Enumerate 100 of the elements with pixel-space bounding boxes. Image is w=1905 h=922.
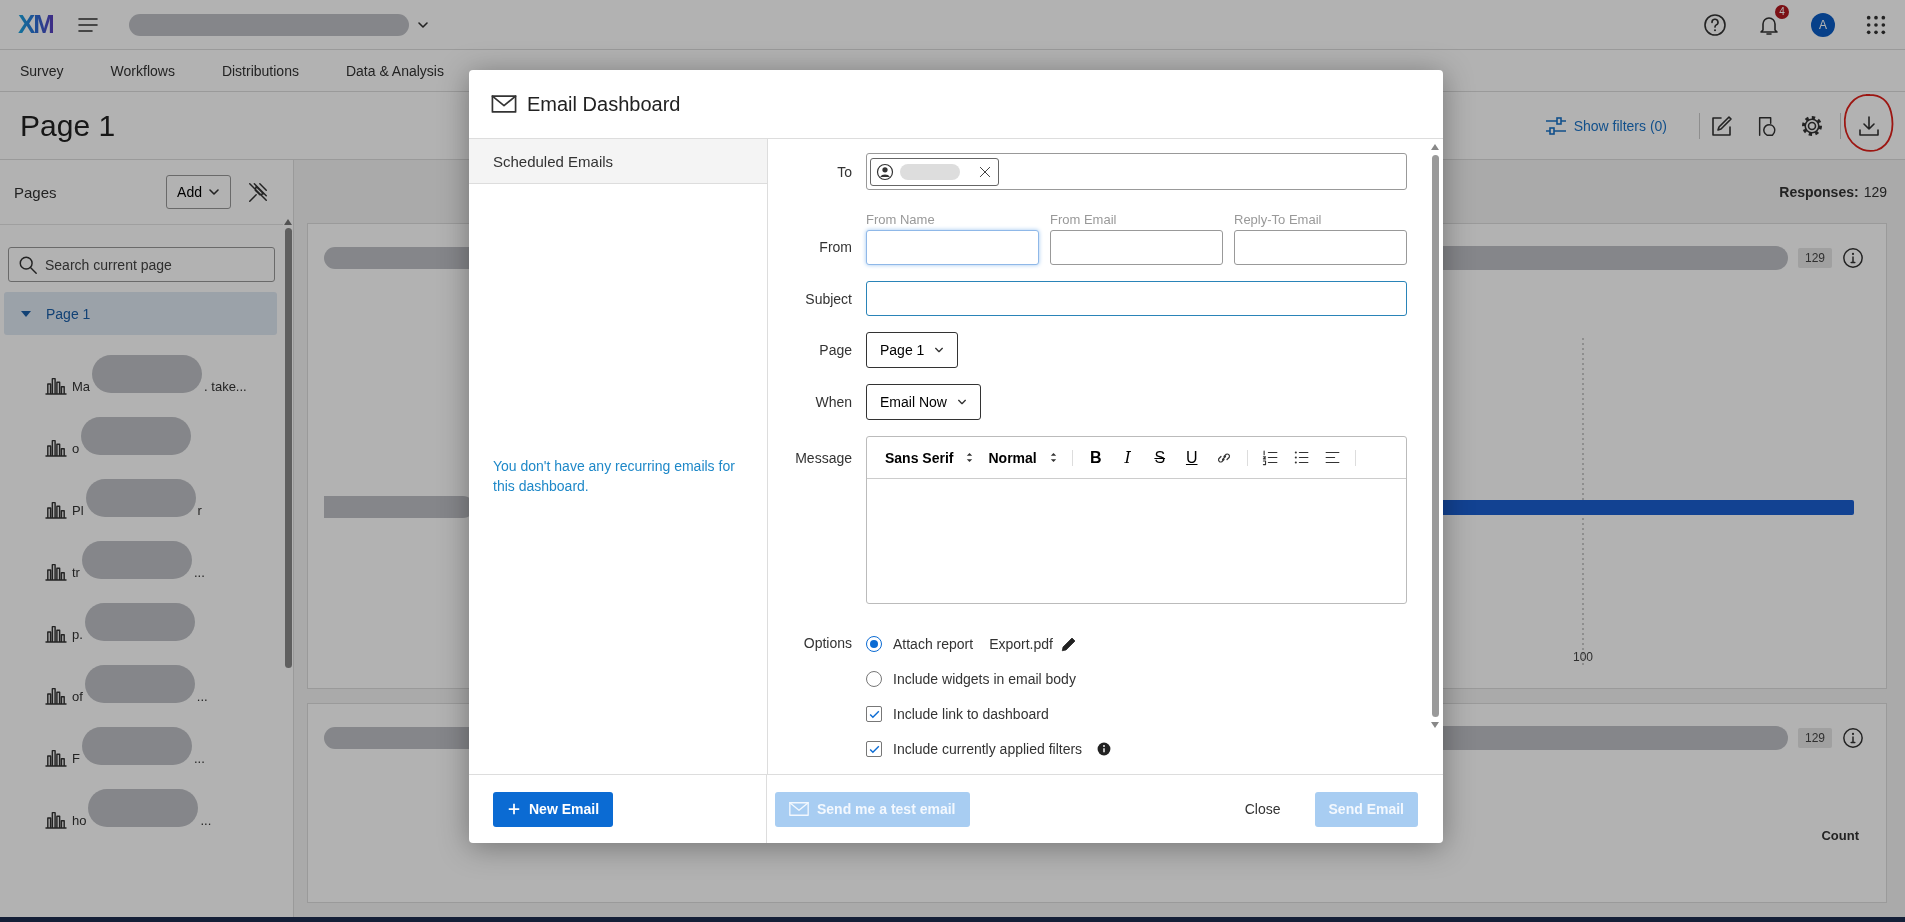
search-icon	[18, 255, 38, 275]
text-field[interactable]	[1050, 230, 1223, 265]
apps-grid-icon[interactable]	[1865, 13, 1887, 36]
settings-icon[interactable]	[1800, 113, 1824, 138]
nav-tab[interactable]: Distributions	[221, 62, 299, 79]
checkbox[interactable]	[866, 741, 882, 757]
field-label: Reply-To Email	[1234, 212, 1323, 227]
recipient-chip[interactable]	[870, 157, 999, 186]
size-dropdown[interactable]: Normal	[988, 449, 1058, 466]
align-left-icon[interactable]	[1323, 449, 1341, 466]
field-label: From	[818, 238, 852, 255]
column-header: Count	[1821, 828, 1859, 843]
font-dropdown[interactable]: Sans Serif	[885, 449, 975, 466]
caret-down-icon	[934, 345, 945, 355]
field-label: Subject	[804, 290, 852, 307]
section-title: Scheduled Emails	[493, 152, 614, 170]
widget-title-fragment[interactable]: ...	[200, 813, 212, 831]
axis-tick-label: 100	[1573, 650, 1593, 664]
scroll-down-icon[interactable]	[1430, 721, 1440, 729]
subject-field[interactable]	[866, 281, 1407, 316]
recipients-field[interactable]	[866, 153, 1407, 190]
bar-chart-icon[interactable]	[45, 437, 67, 457]
response-count-badge: 129	[1797, 248, 1832, 268]
widget-title-fragment[interactable]: of	[72, 689, 83, 707]
user-avatar[interactable]: A	[1811, 12, 1835, 37]
caret-down-icon	[956, 397, 967, 407]
info-icon[interactable]	[1842, 727, 1864, 749]
sliders-icon	[1543, 114, 1568, 137]
edit-icon[interactable]	[1710, 113, 1734, 138]
bar-chart-icon[interactable]	[45, 809, 67, 829]
widget-title-fragment[interactable]: Pl	[72, 503, 84, 521]
bar-chart-icon[interactable]	[45, 375, 67, 395]
nav-tab[interactable]: Workflows	[110, 62, 175, 79]
empty-state-message: You don't have any recurring emails for this dashboard.	[493, 457, 736, 496]
info-icon[interactable]	[1097, 742, 1112, 756]
text-field[interactable]	[1234, 230, 1407, 265]
format-button[interactable]: I	[1118, 448, 1137, 467]
numbered-list-icon[interactable]	[1261, 449, 1279, 466]
nav-tab[interactable]: Survey	[20, 62, 64, 79]
bullet-list-icon[interactable]	[1292, 449, 1310, 466]
close-icon[interactable]	[978, 164, 992, 179]
bar-chart-icon[interactable]	[45, 623, 67, 643]
scroll-up-icon[interactable]	[1430, 143, 1440, 151]
text-field[interactable]	[866, 230, 1039, 265]
notification-badge: 4	[1775, 4, 1789, 19]
unpin-icon[interactable]	[247, 181, 269, 203]
response-count-badge: 129	[1797, 728, 1832, 748]
widget-title-fragment[interactable]: ho	[72, 813, 87, 831]
file-name: Export.pdf	[989, 636, 1053, 652]
redaction-mark	[900, 163, 960, 180]
when-dropdown[interactable]: Email Now	[866, 384, 981, 420]
bar-chart-icon[interactable]	[45, 561, 67, 581]
widget-title-fragment[interactable]: ...	[193, 751, 205, 769]
format-button[interactable]: B	[1086, 448, 1105, 467]
caret-down-icon	[208, 186, 220, 198]
new-email-button[interactable]: New Email	[493, 791, 614, 827]
widget-title-fragment[interactable]: tr	[72, 565, 80, 583]
add-button[interactable]: Add	[166, 175, 231, 209]
responses-label: Responses:	[1779, 183, 1859, 200]
option-label: Include currently applied filters	[893, 741, 1083, 757]
option-label: Include link to dashboard	[893, 706, 1049, 722]
checkbox[interactable]	[866, 706, 882, 722]
widget-title-fragment[interactable]: o	[72, 441, 80, 459]
scrollbar-thumb[interactable]	[284, 228, 292, 668]
format-button[interactable]: S	[1150, 448, 1169, 467]
option-label: Attach report	[893, 636, 974, 652]
widget-title-fragment[interactable]: r	[197, 503, 202, 521]
widget-title-fragment[interactable]: ...	[193, 565, 205, 583]
radio-button[interactable]	[866, 636, 882, 652]
widget-title-fragment[interactable]: Ma	[72, 379, 91, 397]
scrollbar-thumb[interactable]	[1431, 155, 1439, 717]
format-button[interactable]: U	[1182, 448, 1201, 467]
nav-tab[interactable]: Data & Analysis	[345, 62, 444, 79]
plus-icon	[507, 802, 521, 816]
option-label: Include widgets in email body	[893, 671, 1076, 687]
pencil-icon[interactable]	[1060, 635, 1078, 653]
bar-chart-icon[interactable]	[45, 747, 67, 767]
page-tree-item[interactable]: Page 1	[4, 292, 277, 335]
download-icon[interactable]	[1857, 113, 1881, 138]
widget-title-fragment[interactable]: F	[72, 751, 80, 769]
close-button[interactable]: Close	[1230, 791, 1295, 827]
widget-title-fragment[interactable]: ...	[196, 689, 208, 707]
help-icon[interactable]	[1703, 12, 1727, 37]
widget-title-fragment[interactable]: . take...	[204, 379, 247, 397]
show-filters-button[interactable]: Show filters (0)	[1543, 114, 1667, 137]
info-icon[interactable]	[1842, 247, 1864, 269]
message-editor[interactable]: Sans Serif Normal B I S U	[866, 436, 1407, 604]
search-field[interactable]: Search current page	[8, 247, 275, 282]
envelope-icon	[789, 801, 809, 817]
page-dropdown[interactable]: Page 1	[866, 332, 959, 368]
widget-title-fragment[interactable]: p.	[72, 627, 83, 645]
bar-chart-icon[interactable]	[45, 499, 67, 519]
panel-title: Pages	[14, 183, 58, 201]
radio-button[interactable]	[866, 671, 882, 687]
dialog-title: Email Dashboard	[527, 92, 681, 116]
scroll-up-icon[interactable]	[283, 218, 293, 226]
person-icon	[876, 162, 894, 181]
bar-chart-icon[interactable]	[45, 685, 67, 705]
page-title: Page 1	[20, 108, 116, 143]
field-label: Options	[802, 634, 852, 651]
